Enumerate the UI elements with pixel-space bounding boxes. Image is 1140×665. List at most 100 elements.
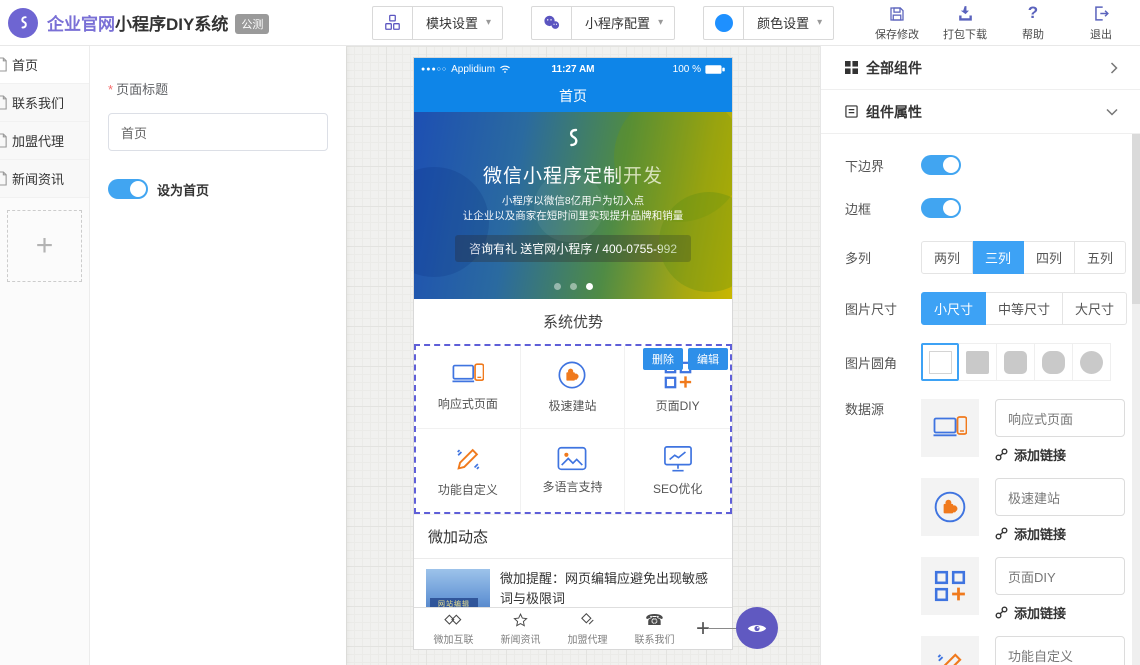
- sidebar-item-franchise[interactable]: 加盟代理: [0, 122, 89, 160]
- component-props-title: 组件属性: [866, 102, 922, 122]
- radius-option-0-selected[interactable]: [921, 343, 959, 381]
- data-source-item-responsive: 添加链接: [921, 399, 1125, 464]
- feature-cell-seo[interactable]: SEO优化: [625, 429, 730, 512]
- data-source-title-input[interactable]: [995, 399, 1125, 437]
- border-toggle[interactable]: [921, 198, 961, 218]
- add-link-button[interactable]: 添加链接: [995, 445, 1125, 464]
- sidebar-item-label: 加盟代理: [12, 131, 64, 150]
- tab-contact[interactable]: ☎ 联系我们: [621, 612, 688, 646]
- tags-icon: [444, 612, 464, 629]
- columns-option-5[interactable]: 五列: [1075, 241, 1126, 274]
- page-settings-panel: *页面标题 设为首页: [90, 46, 346, 665]
- diamond-tag-icon: [579, 612, 597, 629]
- wifi-icon: [499, 64, 511, 74]
- feature-cell-responsive[interactable]: 响应式页面: [416, 346, 521, 429]
- color-settings-label: 颜色设置: [744, 13, 817, 32]
- status-right: 100 %: [673, 64, 725, 75]
- miniprogram-icon: [532, 7, 572, 39]
- feature-cell-fast-build[interactable]: 极速建站: [521, 346, 626, 429]
- radius-option-2[interactable]: [997, 343, 1035, 381]
- columns-option-2[interactable]: 两列: [921, 241, 973, 274]
- tab-news[interactable]: 新闻资讯: [487, 612, 554, 646]
- miniprogram-config-dropdown[interactable]: 小程序配置 ▾: [531, 6, 675, 40]
- size-option-small-selected[interactable]: 小尺寸: [921, 292, 986, 325]
- caret-down-icon: ▾: [658, 17, 663, 28]
- puzzle-icon: [921, 478, 979, 536]
- grid-icon: [845, 61, 858, 74]
- preview-button[interactable]: [736, 607, 778, 649]
- add-link-button[interactable]: 添加链接: [995, 603, 1125, 622]
- bottom-border-toggle[interactable]: [921, 155, 961, 175]
- tab-label: 联系我们: [635, 631, 675, 646]
- add-link-label: 添加链接: [1014, 445, 1066, 464]
- color-circle-icon: [704, 7, 744, 39]
- data-source-item-fast-build: 添加链接: [921, 478, 1125, 543]
- delete-component-button[interactable]: 删除: [643, 348, 683, 370]
- puzzle-icon: [557, 360, 587, 390]
- columns-option-4[interactable]: 四列: [1024, 241, 1075, 274]
- data-source-block: 数据源 添加链接: [845, 399, 1140, 665]
- modules-settings-dropdown[interactable]: 模块设置 ▾: [372, 6, 503, 40]
- data-source-label: 数据源: [845, 399, 921, 418]
- feature-grid-selected-component[interactable]: 删除 编辑 响应式页面 极速建站 页面DIY 功能自定义 多语言支持 SEO优化: [414, 344, 732, 514]
- add-link-button[interactable]: 添加链接: [995, 524, 1125, 543]
- sidebar-item-label: 首页: [12, 55, 38, 74]
- columns-option-3-selected[interactable]: 三列: [973, 241, 1024, 274]
- scrollbar-thumb[interactable]: [1132, 134, 1140, 304]
- download-button[interactable]: 打包下载: [936, 3, 994, 42]
- size-option-medium[interactable]: 中等尺寸: [986, 292, 1063, 325]
- data-source-title-input[interactable]: [995, 636, 1125, 665]
- carousel-dot[interactable]: [570, 283, 577, 290]
- carousel-dot-active[interactable]: [586, 283, 593, 290]
- set-home-toggle[interactable]: [108, 179, 148, 199]
- feature-cell-multilang[interactable]: 多语言支持: [521, 429, 626, 512]
- tab-franchise[interactable]: 加盟代理: [554, 612, 621, 646]
- columns-row: 多列 两列 三列 四列 五列: [845, 241, 1140, 274]
- brand: 企业官网小程序DIY系统公测: [0, 8, 352, 38]
- banner-carousel[interactable]: 微信小程序定制开发 小程序以微信8亿用户为切入点 让企业以及商家在短时间里实现提…: [414, 112, 732, 299]
- all-components-title: 全部组件: [866, 58, 922, 78]
- carrier-label: Applidium: [451, 64, 495, 75]
- feature-cell-custom[interactable]: 功能自定义: [416, 429, 521, 512]
- size-option-large[interactable]: 大尺寸: [1063, 292, 1127, 325]
- feature-label: 多语言支持: [542, 478, 602, 495]
- add-link-label: 添加链接: [1014, 603, 1066, 622]
- component-overlay-buttons: 删除 编辑: [643, 348, 728, 370]
- top-menus: 模块设置 ▾ 小程序配置 ▾ 颜色设置 ▾: [372, 6, 834, 40]
- sidebar-item-news[interactable]: 新闻资讯: [0, 160, 89, 198]
- tab-weijia[interactable]: 微加互联: [420, 612, 487, 646]
- help-label: 帮助: [1022, 26, 1044, 42]
- sidebar-item-contact[interactable]: 联系我们: [0, 84, 89, 122]
- panel-scrollbar[interactable]: [1132, 134, 1140, 665]
- add-page-button[interactable]: +: [7, 210, 82, 282]
- save-button[interactable]: 保存修改: [868, 3, 926, 42]
- data-source-list: 添加链接 添加链接: [921, 399, 1125, 665]
- signal-dots: ●●●○○: [421, 66, 447, 73]
- required-asterisk: *: [108, 82, 113, 97]
- help-icon: ?: [1028, 3, 1038, 23]
- data-source-title-input[interactable]: [995, 557, 1125, 595]
- sidebar-item-home[interactable]: 首页: [0, 46, 89, 84]
- image-radius-row: 图片圆角: [845, 343, 1140, 381]
- data-source-title-input[interactable]: [995, 478, 1125, 516]
- image-radius-label: 图片圆角: [845, 353, 921, 372]
- sidebar-item-label: 新闻资讯: [12, 169, 64, 188]
- caret-down-icon: ▾: [486, 17, 491, 28]
- feature-label: 极速建站: [548, 397, 596, 414]
- radius-option-3[interactable]: [1035, 343, 1073, 381]
- caret-down-icon: ▾: [817, 17, 822, 28]
- page-title-input[interactable]: [108, 113, 328, 151]
- color-settings-dropdown[interactable]: 颜色设置 ▾: [703, 6, 834, 40]
- component-props-header[interactable]: 组件属性: [821, 90, 1140, 134]
- help-button[interactable]: ? 帮助: [1004, 3, 1062, 42]
- exit-label: 退出: [1090, 26, 1112, 42]
- all-components-header[interactable]: 全部组件: [821, 46, 1140, 90]
- edit-component-button[interactable]: 编辑: [688, 348, 728, 370]
- border-label: 边框: [845, 199, 921, 218]
- pages-sidebar: 首页 联系我们 加盟代理 新闻资讯 +: [0, 46, 90, 665]
- exit-button[interactable]: 退出: [1072, 3, 1130, 42]
- sidebar-item-label: 联系我们: [12, 93, 64, 112]
- carousel-dot[interactable]: [554, 283, 561, 290]
- radius-option-1[interactable]: [959, 343, 997, 381]
- radius-option-4[interactable]: [1073, 343, 1111, 381]
